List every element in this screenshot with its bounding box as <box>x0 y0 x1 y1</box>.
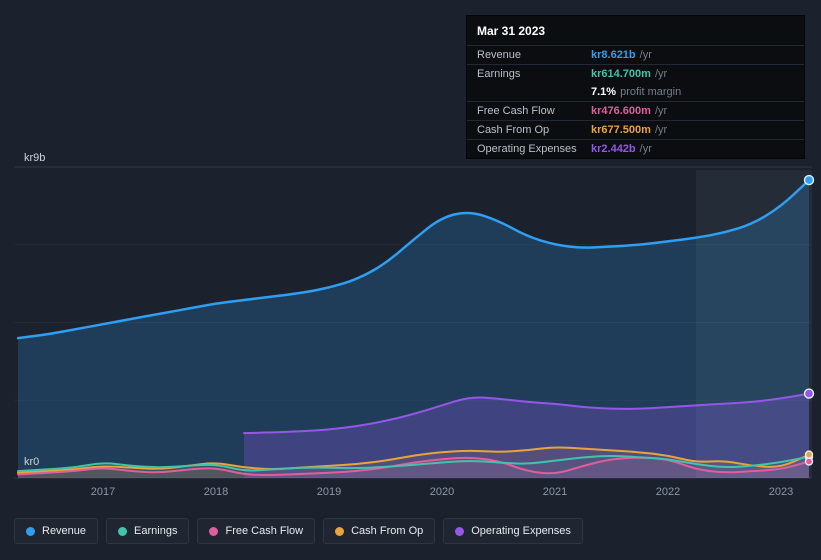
legend-item-cash-from-op[interactable]: Cash From Op <box>323 518 436 544</box>
legend-label: Earnings <box>134 525 178 537</box>
tooltip-row-earnings: Earnings kr614.700m/yr <box>467 64 804 83</box>
earnings-dot-icon <box>118 526 128 536</box>
tooltip-label: Earnings <box>477 68 521 80</box>
x-axis-tick-2018: 2018 <box>203 486 229 498</box>
cash-from-op-dot-icon <box>335 526 345 536</box>
tooltip-value: kr2.442b/yr <box>591 143 652 155</box>
y-axis-label-bottom: kr0 <box>24 456 40 468</box>
legend-item-earnings[interactable]: Earnings <box>106 518 190 544</box>
legend-item-free-cash-flow[interactable]: Free Cash Flow <box>197 518 316 544</box>
chart-legend: Revenue Earnings Free Cash Flow Cash Fro… <box>14 518 583 544</box>
tooltip-date: Mar 31 2023 <box>477 24 546 38</box>
free-cash-flow-dot-icon <box>209 526 219 536</box>
legend-label: Free Cash Flow <box>225 525 304 537</box>
tooltip-row-operating-expenses: Operating Expenses kr2.442b/yr <box>467 139 804 158</box>
tooltip-value: kr677.500m/yr <box>591 124 668 136</box>
stock-financials-chart-page: kr9b kr0 2017 2018 2019 2020 2021 2022 2… <box>0 0 821 560</box>
tooltip-value: kr476.600m/yr <box>591 105 668 117</box>
tooltip-label: Cash From Op <box>477 124 550 136</box>
tooltip-row-cash-from-op: Cash From Op kr677.500m/yr <box>467 120 804 139</box>
tooltip-label: Free Cash Flow <box>477 105 555 117</box>
x-axis-tick-2017: 2017 <box>90 486 116 498</box>
x-axis-tick-2019: 2019 <box>316 486 342 498</box>
legend-label: Operating Expenses <box>471 525 571 537</box>
x-axis-tick-2021: 2021 <box>542 486 568 498</box>
tooltip-label: Operating Expenses <box>477 143 577 155</box>
tooltip-value: kr614.700m/yr <box>591 68 668 80</box>
legend-label: Cash From Op <box>351 525 424 537</box>
revenue-dot-icon <box>26 526 35 536</box>
highlight-band <box>696 170 812 478</box>
tooltip-value: 7.1% profit margin <box>591 86 682 98</box>
x-axis-tick-2020: 2020 <box>429 486 455 498</box>
tooltip-row-revenue: Revenue kr8.621b/yr <box>467 45 804 64</box>
y-axis-label-top: kr9b <box>24 152 46 164</box>
tooltip-value: kr8.621b/yr <box>591 49 652 61</box>
x-axis-tick-2022: 2022 <box>655 486 681 498</box>
end-dot-cash-from-op <box>804 450 814 459</box>
legend-label: Revenue <box>42 525 87 537</box>
tooltip-row-free-cash-flow: Free Cash Flow kr476.600m/yr <box>467 101 804 120</box>
chart-tooltip: Mar 31 2023 Revenue kr8.621b/yr Earnings… <box>466 15 805 159</box>
end-dot-revenue <box>803 174 815 186</box>
end-dot-free-cash-flow <box>804 457 814 466</box>
legend-item-operating-expenses[interactable]: Operating Expenses <box>443 518 583 544</box>
end-dot-operating-expenses <box>803 388 815 399</box>
x-axis-tick-2023: 2023 <box>768 486 794 498</box>
tooltip-label: Revenue <box>477 49 522 61</box>
operating-expenses-dot-icon <box>455 526 465 536</box>
tooltip-row-profit-margin: 7.1% profit margin <box>467 83 804 101</box>
legend-item-revenue[interactable]: Revenue <box>14 518 99 544</box>
